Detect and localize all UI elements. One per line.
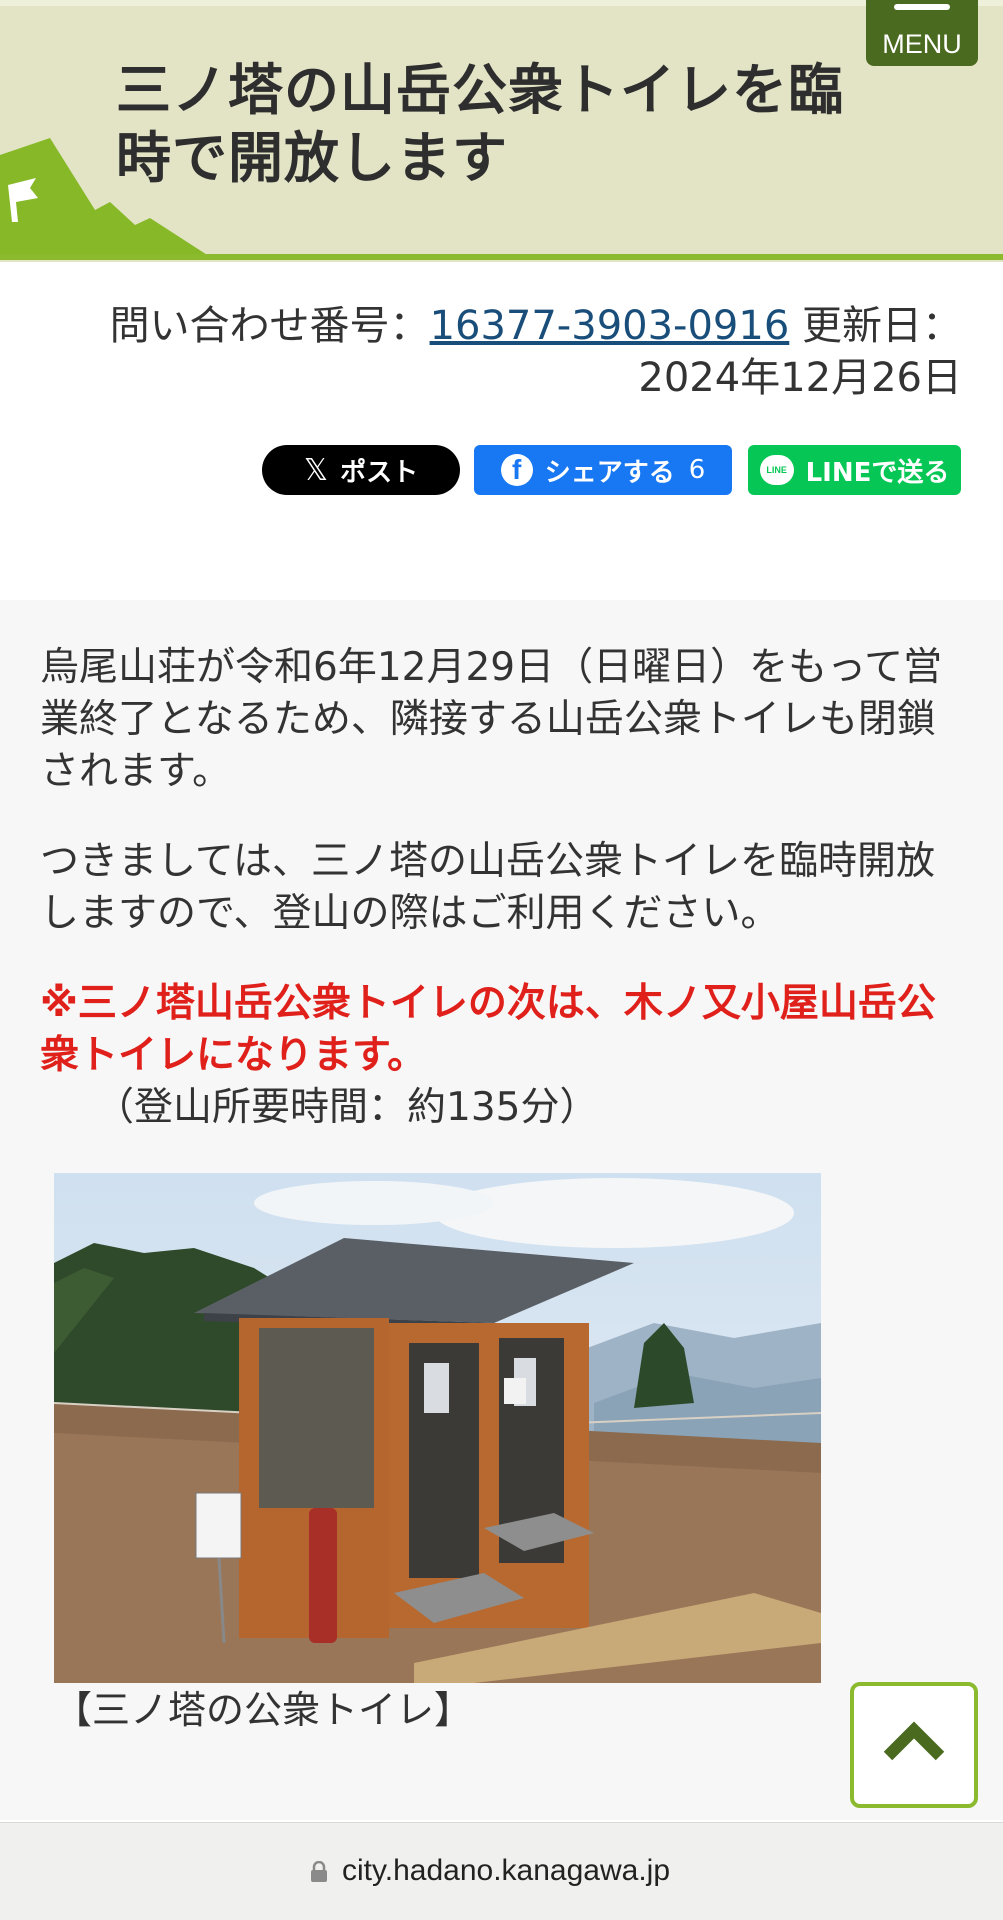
share-line-label: LINEで送る (805, 457, 950, 488)
hiking-duration: （登山所要時間：約135分） (95, 1085, 599, 1130)
x-logo-icon: 𝕏 (303, 452, 329, 488)
banner-bottom-line (0, 254, 1003, 260)
share-line-button[interactable]: LINE LINEで送る (748, 445, 961, 495)
facebook-logo-icon: f (500, 454, 533, 486)
share-facebook-button[interactable]: f シェアする 6 (474, 445, 732, 495)
browser-url: city.hadano.kanagawa.jp (342, 1854, 671, 1887)
share-facebook-count: 6 (688, 455, 706, 485)
share-x-button[interactable]: 𝕏 ポスト (262, 445, 460, 495)
banner-top-line (0, 0, 1003, 6)
title-banner: 三ノ塔の山岳公衆トイレを臨時で開放します (0, 0, 1003, 262)
photo-caption: 【三ノ塔の公衆トイレ】 (54, 1688, 473, 1732)
menu-button[interactable]: MENU (866, 0, 978, 66)
menu-label: MENU (882, 29, 962, 59)
line-logo-icon: LINE (759, 455, 794, 485)
back-to-top-button[interactable] (850, 1682, 978, 1808)
browser-address-bar[interactable]: city.hadano.kanagawa.jp (0, 1822, 1003, 1920)
toilet-photo (54, 1173, 821, 1683)
next-toilet-notice: ※三ノ塔山岳公衆トイレの次は、木ノ又小屋山岳公衆トイレになります。 (40, 981, 936, 1078)
paragraph-closure: 烏尾山荘が令和6年12月29日（日曜日）をもって営業終了となるため、隣接する山岳… (40, 645, 943, 794)
share-facebook-label: シェアする (544, 457, 675, 488)
inquiry-number-link[interactable]: 16377-3903-0916 (430, 303, 790, 349)
paragraph-opening: つきましては、三ノ塔の山岳公衆トイレを臨時開放しますので、登山の際はご利用くださ… (40, 839, 936, 936)
page-title: 三ノ塔の山岳公衆トイレを臨時で開放します (116, 58, 845, 190)
page-meta: 問い合わせ番号：16377-3903-0916 更新日： 2024年12月26日 (60, 300, 962, 404)
inquiry-label: 問い合わせ番号： (109, 303, 430, 349)
updated-label: 更新日： (789, 303, 962, 349)
chevron-up-icon (883, 1721, 945, 1761)
lock-icon (311, 1861, 327, 1882)
hamburger-icon (894, 4, 950, 24)
updated-date: 2024年12月26日 (638, 355, 962, 401)
share-x-label: ポスト (340, 457, 419, 488)
